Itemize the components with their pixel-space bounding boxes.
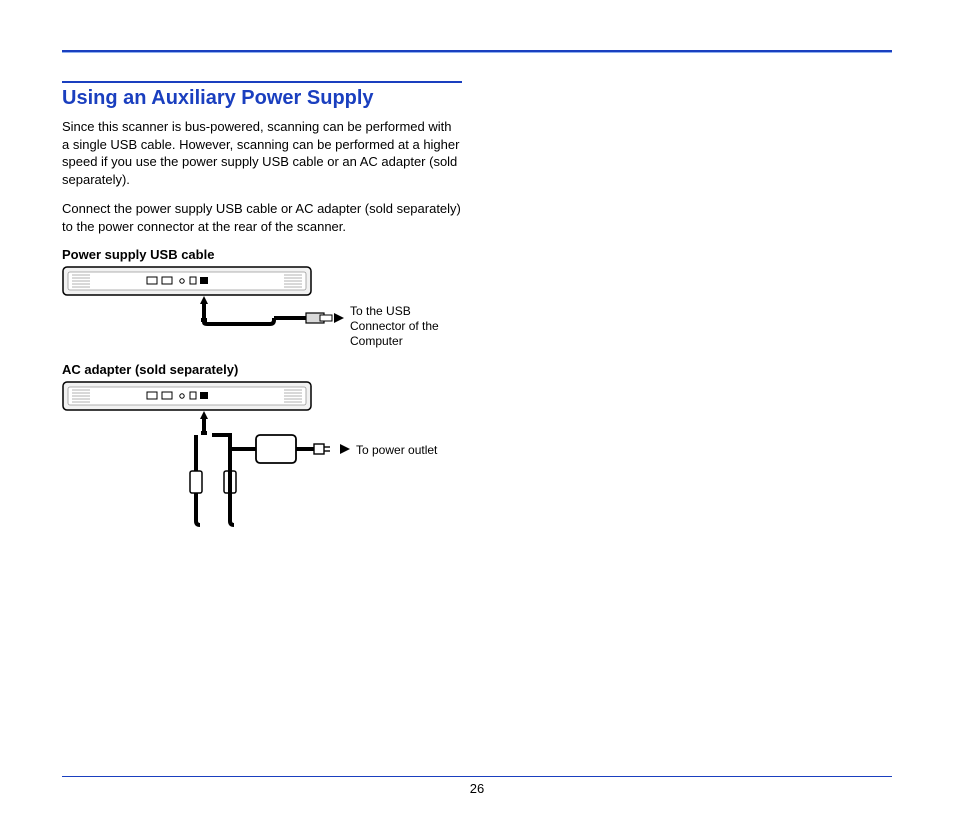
diagram1-callout: To the USB Connector of the Computer (350, 304, 460, 349)
paragraph-2: Connect the power supply USB cable or AC… (62, 200, 462, 235)
page: Using an Auxiliary Power Supply Since th… (0, 0, 954, 818)
footer-rule (62, 776, 892, 777)
page-number: 26 (470, 781, 484, 796)
ac-adapter-illustration-icon (62, 381, 402, 531)
diagram1-heading: Power supply USB cable (62, 247, 462, 262)
diagram-usb-cable: To the USB Connector of the Computer (62, 266, 462, 346)
paragraph-1: Since this scanner is bus-powered, scann… (62, 118, 462, 188)
section-rule (62, 81, 462, 83)
diagram2-callout: To power outlet (356, 443, 437, 458)
content-column: Using an Auxiliary Power Supply Since th… (62, 81, 462, 531)
page-footer: 26 (62, 776, 892, 796)
diagram2-heading: AC adapter (sold separately) (62, 362, 462, 377)
section-title: Using an Auxiliary Power Supply (62, 87, 462, 110)
diagram-ac-adapter: To power outlet (62, 381, 462, 531)
top-rule (62, 50, 892, 53)
